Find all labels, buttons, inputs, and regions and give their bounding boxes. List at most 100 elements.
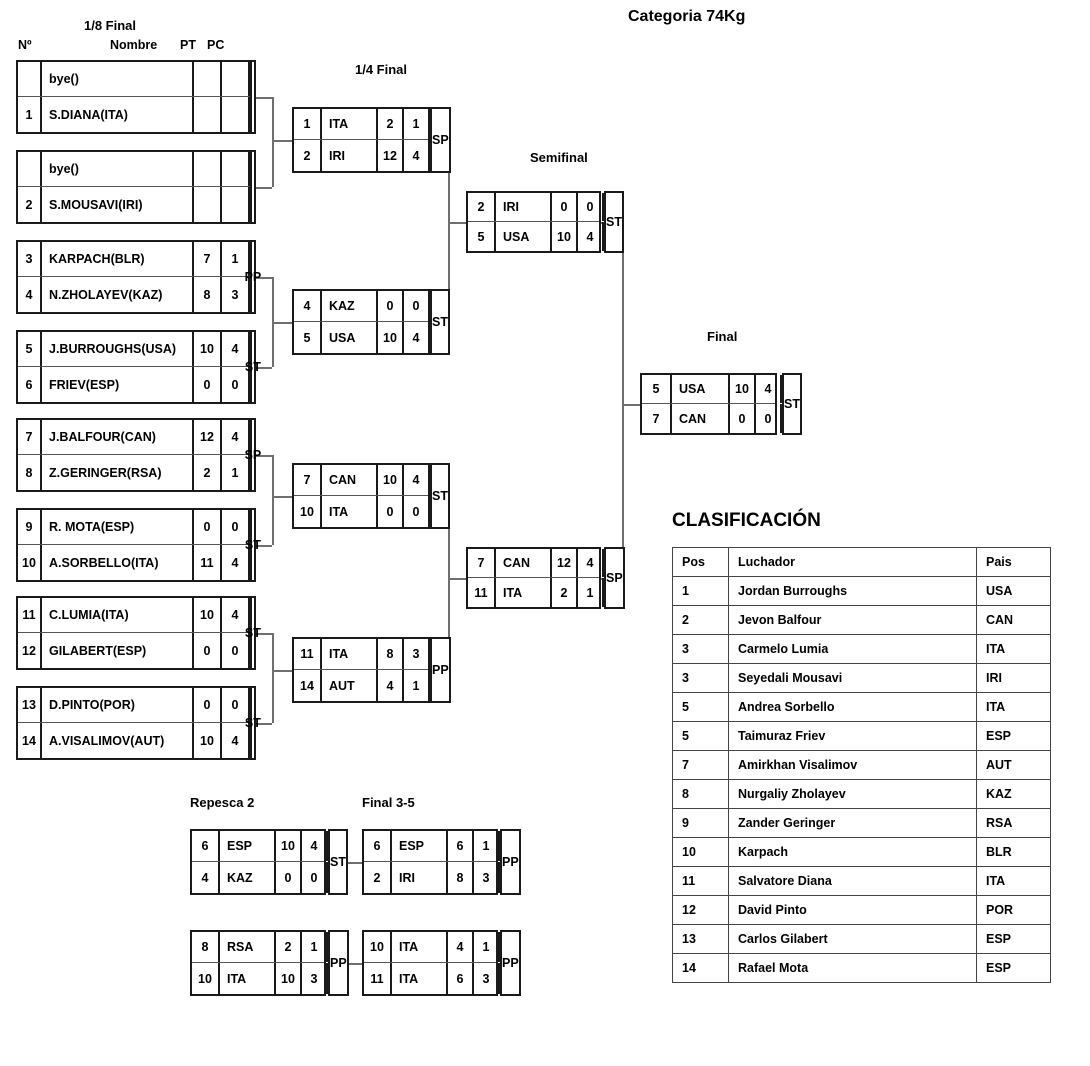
final35-match-1[interactable]: 6 ESP 6 1 2 IRI 8 3 PP bbox=[362, 828, 521, 896]
sf-match-1-top-row: 2 IRI 0 0 bbox=[468, 193, 604, 222]
final-match-1[interactable]: 5 USA 10 4 7 CAN 0 0 ST bbox=[640, 372, 802, 436]
final35-match-1-bot-seed: 2 bbox=[364, 862, 392, 893]
clasificacion-cell-pais: AUT bbox=[976, 750, 1051, 780]
clasificacion-row[interactable]: 12 David Pinto POR bbox=[672, 895, 1051, 925]
r16-match-7-bot-competitor: GILABERT(ESP) bbox=[42, 633, 194, 668]
qf-match-2-result: ST bbox=[430, 288, 450, 356]
r16-match-3[interactable]: 3 KARPACH(BLR) 7 1 4 N.ZHOLAYEV(KAZ) 8 3 PP bbox=[16, 239, 261, 315]
clasificacion-row[interactable]: 9 Zander Geringer RSA bbox=[672, 808, 1051, 838]
r16-match-7-bot-row: 12 GILABERT(ESP) 0 0 bbox=[18, 633, 254, 668]
qf-match-1-top-row: 1 ITA 2 1 bbox=[294, 109, 430, 140]
clasificacion-row[interactable]: 8 Nurgaliy Zholayev KAZ bbox=[672, 779, 1051, 809]
clasificacion-row[interactable]: 3 Carmelo Lumia ITA bbox=[672, 634, 1051, 664]
qf-match-3-top-row: 7 CAN 10 4 bbox=[294, 465, 430, 496]
qf-match-2-top-row: 4 KAZ 0 0 bbox=[294, 291, 430, 322]
r16-match-2-top-pt bbox=[194, 152, 222, 186]
clasificacion-row[interactable]: 10 Karpach BLR bbox=[672, 837, 1051, 867]
r16-match-2-bot-competitor: S.MOUSAVI(IRI) bbox=[42, 187, 194, 222]
final35-match-2-top-pt: 4 bbox=[448, 932, 474, 962]
clasificacion-row[interactable]: 11 Salvatore Diana ITA bbox=[672, 866, 1051, 896]
repechage-match-2-result-label: PP bbox=[330, 956, 347, 970]
r16-match-8[interactable]: 13 D.PINTO(POR) 0 0 14 A.VISALIMOV(AUT) 10 4 ST bbox=[16, 685, 261, 761]
qf-match-3[interactable]: 7 CAN 10 4 10 ITA 0 0 ST bbox=[292, 462, 450, 530]
repechage-match-2[interactable]: 8 RSA 2 1 10 ITA 10 3 PP bbox=[190, 929, 349, 997]
clasificacion-row[interactable]: 14 Rafael Mota ESP bbox=[672, 953, 1051, 983]
round-title-qf: 1/4 Final bbox=[355, 62, 408, 77]
sf-match-1[interactable]: 2 IRI 0 0 5 USA 10 4 ST bbox=[466, 190, 624, 254]
connector-line bbox=[256, 97, 272, 99]
r16-match-8-bot-pt: 10 bbox=[194, 723, 222, 758]
qf-match-2-top-competitor: KAZ bbox=[322, 291, 378, 321]
qf-match-3-bot-competitor: ITA bbox=[322, 496, 378, 527]
clasificacion-row[interactable]: 3 Seyedali Mousavi IRI bbox=[672, 663, 1051, 693]
round-title-r16: 1/8 Final bbox=[84, 18, 137, 33]
r16-match-1-result bbox=[250, 59, 256, 135]
sf-match-2[interactable]: 7 CAN 12 4 11 ITA 2 1 SP bbox=[466, 546, 625, 610]
clasificacion-row[interactable]: 2 Jevon Balfour CAN bbox=[672, 605, 1051, 635]
clasificacion-cell-pais: KAZ bbox=[976, 779, 1051, 809]
r16-match-6[interactable]: 9 R. MOTA(ESP) 0 0 10 A.SORBELLO(ITA) 11 4 ST bbox=[16, 507, 261, 583]
r16-match-3-top-row: 3 KARPACH(BLR) 7 1 bbox=[18, 242, 254, 277]
final-match-1-bot-row: 7 CAN 0 0 bbox=[642, 404, 782, 433]
r16-match-1[interactable]: bye() 1 S.DIANA(ITA) bbox=[16, 59, 256, 135]
r16-match-7-result-label: ST bbox=[244, 626, 261, 640]
final-match-1-result: ST bbox=[782, 372, 802, 436]
r16-match-2[interactable]: bye() 2 S.MOUSAVI(IRI) bbox=[16, 149, 256, 225]
r16-match-8-result-label: ST bbox=[244, 716, 261, 730]
final-match-1-top-pc: 4 bbox=[756, 375, 782, 403]
qf-match-1-top-pt: 2 bbox=[378, 109, 404, 139]
r16-match-7[interactable]: 11 C.LUMIA(ITA) 10 4 12 GILABERT(ESP) 0 0 ST bbox=[16, 595, 261, 671]
r16-match-6-result: ST bbox=[245, 507, 261, 583]
r16-match-3-result-label: PP bbox=[244, 270, 262, 284]
repechage-match-2-top-pt: 2 bbox=[276, 932, 302, 962]
clasificacion-cell-pos: 5 bbox=[672, 721, 729, 751]
r16-match-4-top-row: 5 J.BURROUGHS(USA) 10 4 bbox=[18, 332, 254, 367]
r16-match-4[interactable]: 5 J.BURROUGHS(USA) 10 4 6 FRIEV(ESP) 0 0 ST bbox=[16, 329, 261, 405]
r16-match-7-top-competitor: C.LUMIA(ITA) bbox=[42, 598, 194, 632]
qf-match-4-top-seed: 11 bbox=[294, 639, 322, 669]
r16-match-5-result-label: SP bbox=[244, 448, 262, 462]
r16-match-8-top-seed: 13 bbox=[18, 688, 42, 722]
r16-match-4-bot-seed: 6 bbox=[18, 367, 42, 402]
clasificacion-row[interactable]: 13 Carlos Gilabert ESP bbox=[672, 924, 1051, 954]
r16-match-7-top-row: 11 C.LUMIA(ITA) 10 4 bbox=[18, 598, 254, 633]
clasificacion-row[interactable]: 5 Andrea Sorbello ITA bbox=[672, 692, 1051, 722]
r16-match-8-top-pt: 0 bbox=[194, 688, 222, 722]
final35-match-2-top-seed: 10 bbox=[364, 932, 392, 962]
r16-match-7-top-seed: 11 bbox=[18, 598, 42, 632]
r16-match-4-result-label: ST bbox=[244, 360, 261, 374]
qf-match-4-result: PP bbox=[430, 636, 451, 704]
clasificacion-row[interactable]: 1 Jordan Burroughs USA bbox=[672, 576, 1051, 606]
r16-match-5[interactable]: 7 J.BALFOUR(CAN) 12 4 8 Z.GERINGER(RSA) 2 1 SP bbox=[16, 417, 261, 493]
repechage-match-2-bot-pc: 3 bbox=[302, 963, 328, 994]
qf-match-2-bot-pc: 4 bbox=[404, 322, 430, 353]
qf-match-3-result: ST bbox=[430, 462, 450, 530]
clasificacion-cell-pais: ESP bbox=[976, 953, 1051, 983]
r16-match-8-bot-seed: 14 bbox=[18, 723, 42, 758]
r16-match-8-bot-row: 14 A.VISALIMOV(AUT) 10 4 bbox=[18, 723, 254, 758]
final35-match-2-bot-competitor: ITA bbox=[392, 963, 448, 994]
qf-match-1[interactable]: 1 ITA 2 1 2 IRI 12 4 SP bbox=[292, 106, 451, 174]
clasificacion-cell-pos: 1 bbox=[672, 576, 729, 606]
qf-match-2[interactable]: 4 KAZ 0 0 5 USA 10 4 ST bbox=[292, 288, 450, 356]
clasificacion-row[interactable]: 5 Taimuraz Friev ESP bbox=[672, 721, 1051, 751]
r16-match-6-result-label: ST bbox=[244, 538, 261, 552]
repechage-match-1[interactable]: 6 ESP 10 4 4 KAZ 0 0 ST bbox=[190, 828, 348, 896]
sf-match-2-top-seed: 7 bbox=[468, 549, 496, 577]
qf-match-4-top-pt: 8 bbox=[378, 639, 404, 669]
header-num: Nº bbox=[18, 38, 32, 52]
sf-match-1-top-pc: 0 bbox=[578, 193, 604, 221]
clasificacion-row[interactable]: 7 Amirkhan Visalimov AUT bbox=[672, 750, 1051, 780]
qf-match-4[interactable]: 11 ITA 8 3 14 AUT 4 1 PP bbox=[292, 636, 451, 704]
final35-match-2[interactable]: 10 ITA 4 1 11 ITA 6 3 PP bbox=[362, 929, 521, 997]
r16-match-1-top-row: bye() bbox=[18, 62, 254, 97]
qf-match-4-result-label: PP bbox=[432, 663, 449, 677]
clasificacion-header-pos: Pos bbox=[672, 547, 729, 577]
clasificacion-cell-name: Carlos Gilabert bbox=[728, 924, 977, 954]
connector-line bbox=[448, 578, 466, 580]
r16-match-4-bot-row: 6 FRIEV(ESP) 0 0 bbox=[18, 367, 254, 402]
connector-line bbox=[272, 670, 292, 672]
sf-match-2-bot-pt: 2 bbox=[552, 578, 578, 607]
clasificacion-cell-pais: ESP bbox=[976, 924, 1051, 954]
qf-match-1-top-seed: 1 bbox=[294, 109, 322, 139]
